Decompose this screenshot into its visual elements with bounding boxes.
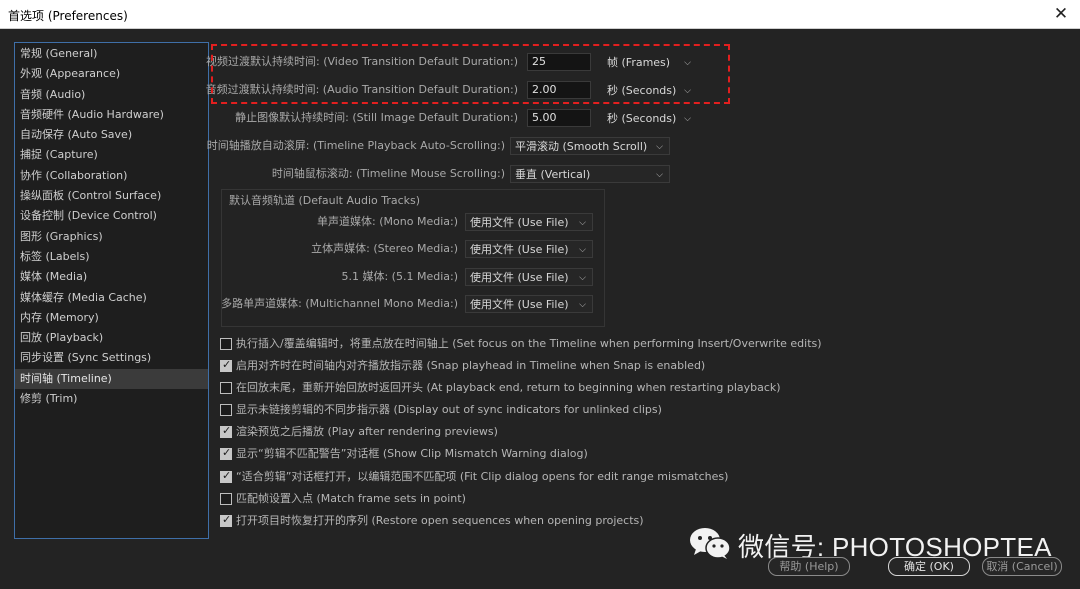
chevron-down-icon: ⌵ bbox=[656, 142, 663, 152]
chevron-down-icon: ⌵ bbox=[579, 300, 586, 310]
sidebar-item-appearance[interactable]: 外观 (Appearance) bbox=[15, 64, 208, 84]
checkbox[interactable] bbox=[220, 424, 232, 438]
wechat-logo-icon bbox=[690, 528, 731, 559]
sidebar-item-timeline[interactable]: 时间轴 (Timeline) bbox=[15, 368, 208, 390]
sidebar-item-collaboration[interactable]: 协作 (Collaboration) bbox=[15, 166, 208, 186]
checkbox[interactable] bbox=[220, 469, 232, 483]
surround-media-dropdown[interactable]: 使用文件 (Use File) ⌵ bbox=[465, 268, 593, 286]
sidebar-item-sync-settings[interactable]: 同步设置 (Sync Settings) bbox=[15, 348, 208, 368]
chevron-down-icon: ⌵ bbox=[579, 273, 586, 283]
title-bar: 首选项 (Preferences) ✕ bbox=[0, 0, 1080, 29]
multichannel-media-label: 多路单声道媒体: (Multichannel Mono Media:) bbox=[221, 297, 458, 310]
multichannel-media-dropdown[interactable]: 使用文件 (Use File) ⌵ bbox=[465, 295, 593, 313]
sidebar-item-labels[interactable]: 标签 (Labels) bbox=[15, 247, 208, 267]
ok-button[interactable]: 确定 (OK) bbox=[888, 557, 970, 576]
option-label: 显示“剪辑不匹配警告”对话框 (Show Clip Mismatch Warni… bbox=[236, 447, 588, 460]
mono-media-dropdown[interactable]: 使用文件 (Use File) ⌵ bbox=[465, 213, 593, 231]
sidebar-item-capture[interactable]: 捕捉 (Capture) bbox=[15, 145, 208, 165]
sidebar-item-trim[interactable]: 修剪 (Trim) bbox=[15, 389, 208, 409]
still-image-duration-label: 静止图像默认持续时间: (Still Image Default Duratio… bbox=[235, 111, 518, 124]
sidebar-item-graphics[interactable]: 图形 (Graphics) bbox=[15, 227, 208, 247]
checkbox[interactable] bbox=[220, 358, 232, 372]
option-label: 打开项目时恢复打开的序列 (Restore open sequences whe… bbox=[236, 514, 644, 527]
still-image-duration-input[interactable]: 5.00 bbox=[527, 109, 591, 127]
sidebar-item-device-control[interactable]: 设备控制 (Device Control) bbox=[15, 206, 208, 226]
preferences-category-list: 常规 (General) 外观 (Appearance) 音频 (Audio) … bbox=[14, 42, 209, 539]
still-image-unit-dropdown[interactable]: 秒 (Seconds) ⌵ bbox=[602, 109, 698, 127]
checkbox[interactable] bbox=[220, 493, 232, 505]
checkbox[interactable] bbox=[220, 404, 232, 416]
chevron-down-icon: ⌵ bbox=[684, 114, 691, 124]
close-icon[interactable]: ✕ bbox=[1050, 3, 1072, 25]
highlight-annotation-box bbox=[211, 44, 730, 104]
stereo-media-value: 使用文件 (Use File) bbox=[470, 243, 569, 256]
option-label: 显示未链接剪辑的不同步指示器 (Display out of sync indi… bbox=[236, 403, 662, 416]
sidebar-item-control-surface[interactable]: 操纵面板 (Control Surface) bbox=[15, 186, 208, 206]
sidebar-item-playback[interactable]: 回放 (Playback) bbox=[15, 328, 208, 348]
sidebar-item-media-cache[interactable]: 媒体缓存 (Media Cache) bbox=[15, 288, 208, 308]
playback-auto-scroll-value: 平滑滚动 (Smooth Scroll) bbox=[515, 140, 648, 153]
sidebar-item-auto-save[interactable]: 自动保存 (Auto Save) bbox=[15, 125, 208, 145]
sidebar-item-media[interactable]: 媒体 (Media) bbox=[15, 267, 208, 287]
mono-media-label: 单声道媒体: (Mono Media:) bbox=[317, 215, 458, 228]
surround-media-value: 使用文件 (Use File) bbox=[470, 271, 569, 284]
sidebar-item-audio[interactable]: 音频 (Audio) bbox=[15, 85, 208, 105]
option-label: 在回放末尾，重新开始回放时返回开头 (At playback end, retu… bbox=[236, 381, 781, 394]
option-label: “适合剪辑”对话框打开，以编辑范围不匹配项 (Fit Clip dialog o… bbox=[236, 470, 729, 483]
surround-media-label: 5.1 媒体: (5.1 Media:) bbox=[341, 270, 458, 283]
cancel-button[interactable]: 取消 (Cancel) bbox=[982, 557, 1062, 576]
mouse-scrolling-dropdown[interactable]: 垂直 (Vertical) ⌵ bbox=[510, 165, 670, 183]
option-label: 匹配帧设置入点 (Match frame sets in point) bbox=[236, 492, 466, 505]
multichannel-media-value: 使用文件 (Use File) bbox=[470, 298, 569, 311]
chevron-down-icon: ⌵ bbox=[579, 218, 586, 228]
option-label: 渲染预览之后播放 (Play after rendering previews) bbox=[236, 425, 498, 438]
playback-auto-scroll-label: 时间轴播放自动滚屏: (Timeline Playback Auto-Scrol… bbox=[206, 139, 505, 152]
sidebar-item-general[interactable]: 常规 (General) bbox=[15, 44, 208, 64]
option-label: 启用对齐时在时间轴内对齐播放指示器 (Snap playhead in Time… bbox=[236, 359, 706, 372]
checkbox[interactable] bbox=[220, 338, 232, 350]
chevron-down-icon: ⌵ bbox=[579, 245, 586, 255]
checkbox[interactable] bbox=[220, 382, 232, 394]
still-image-unit-value: 秒 (Seconds) bbox=[607, 112, 677, 125]
mono-media-value: 使用文件 (Use File) bbox=[470, 216, 569, 229]
option-label: 执行插入/覆盖编辑时，将重点放在时间轴上 (Set focus on the T… bbox=[236, 337, 822, 350]
mouse-scrolling-value: 垂直 (Vertical) bbox=[515, 168, 591, 181]
mouse-scrolling-label: 时间轴鼠标滚动: (Timeline Mouse Scrolling:) bbox=[271, 167, 505, 180]
default-audio-tracks-title: 默认音频轨道 (Default Audio Tracks) bbox=[229, 194, 421, 207]
sidebar-item-memory[interactable]: 内存 (Memory) bbox=[15, 308, 208, 328]
stereo-media-label: 立体声媒体: (Stereo Media:) bbox=[311, 242, 458, 255]
stereo-media-dropdown[interactable]: 使用文件 (Use File) ⌵ bbox=[465, 240, 593, 258]
window-title: 首选项 (Preferences) bbox=[8, 9, 128, 23]
playback-auto-scroll-dropdown[interactable]: 平滑滚动 (Smooth Scroll) ⌵ bbox=[510, 137, 670, 155]
sidebar-item-audio-hardware[interactable]: 音频硬件 (Audio Hardware) bbox=[15, 105, 208, 125]
help-button[interactable]: 帮助 (Help) bbox=[768, 557, 850, 576]
chevron-down-icon: ⌵ bbox=[656, 170, 663, 180]
checkbox[interactable] bbox=[220, 446, 232, 460]
checkbox[interactable] bbox=[220, 513, 232, 527]
